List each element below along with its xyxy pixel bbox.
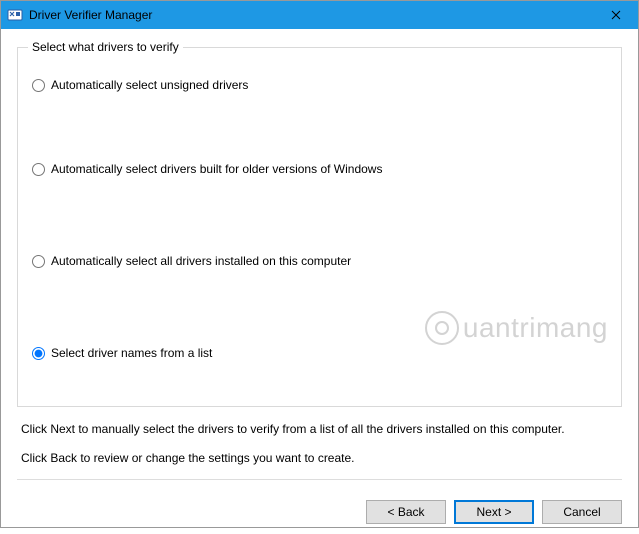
radio-input-list[interactable]	[32, 347, 45, 360]
close-icon	[611, 10, 621, 20]
radio-input-all[interactable]	[32, 255, 45, 268]
divider	[17, 479, 622, 480]
driver-select-group: Select what drivers to verify Automatica…	[17, 47, 622, 407]
titlebar: Driver Verifier Manager	[1, 1, 638, 29]
radio-input-older[interactable]	[32, 163, 45, 176]
radio-all-drivers[interactable]: Automatically select all drivers install…	[32, 254, 607, 268]
radio-label: Automatically select unsigned drivers	[51, 78, 248, 92]
radio-label: Automatically select all drivers install…	[51, 254, 351, 268]
app-icon	[7, 7, 23, 23]
window-title: Driver Verifier Manager	[29, 8, 152, 22]
radio-from-list[interactable]: Select driver names from a list	[32, 346, 607, 360]
close-button[interactable]	[593, 1, 638, 29]
info-line-1: Click Next to manually select the driver…	[21, 421, 618, 438]
next-button[interactable]: Next >	[454, 500, 534, 524]
content-area: Select what drivers to verify Automatica…	[1, 29, 638, 500]
info-text: Click Next to manually select the driver…	[17, 421, 622, 467]
radio-label: Automatically select drivers built for o…	[51, 162, 382, 176]
radio-label: Select driver names from a list	[51, 346, 212, 360]
info-line-2: Click Back to review or change the setti…	[21, 450, 618, 467]
radio-unsigned-drivers[interactable]: Automatically select unsigned drivers	[32, 78, 607, 92]
radio-older-windows[interactable]: Automatically select drivers built for o…	[32, 162, 607, 176]
button-row: < Back Next > Cancel	[1, 500, 638, 534]
cancel-button[interactable]: Cancel	[542, 500, 622, 524]
radio-input-unsigned[interactable]	[32, 79, 45, 92]
back-button[interactable]: < Back	[366, 500, 446, 524]
group-legend: Select what drivers to verify	[28, 40, 183, 54]
